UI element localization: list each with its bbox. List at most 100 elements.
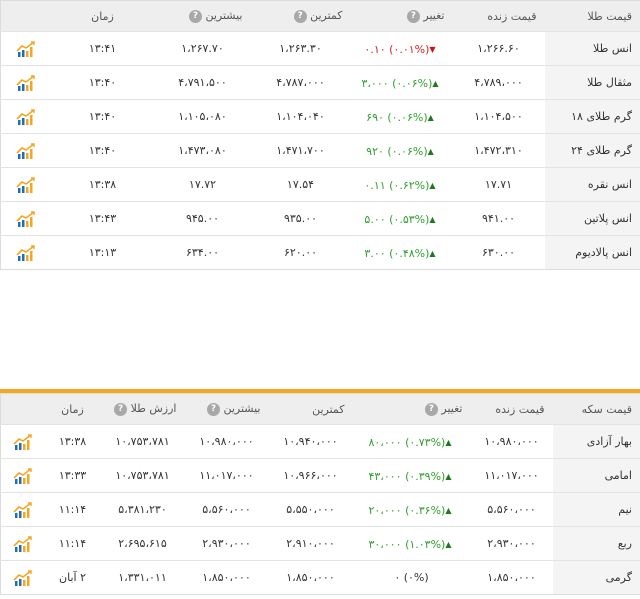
- chart-link[interactable]: [0, 560, 45, 595]
- change-percent: (۰.۶۲%): [389, 178, 430, 192]
- high-price: ۱،۴۷۳،۰۸۰: [154, 133, 251, 168]
- chart-link[interactable]: [0, 424, 45, 459]
- chart-link[interactable]: [0, 65, 51, 100]
- row-name[interactable]: امامی: [552, 458, 640, 493]
- chart-link[interactable]: [0, 167, 51, 202]
- coin-table-header: قیمت سکه قیمت زنده تغییر ? کمترین بیشتری…: [0, 393, 640, 425]
- row-name[interactable]: انس پالادیوم: [544, 235, 640, 270]
- chart-icon[interactable]: [16, 176, 36, 193]
- chart-icon[interactable]: [13, 501, 33, 518]
- table-row[interactable]: انس طلا ۱،۲۶۶.۶۰ ▼ (۰.۰۱%) ۰.۱۰ ۱،۲۶۳.۳۰ ۱،۲۶…: [0, 31, 640, 66]
- change-cell: ▲ (۰.۴۸%) ۳.۰۰: [350, 235, 453, 270]
- row-name[interactable]: گرمی: [552, 560, 640, 595]
- arrow-up-icon: ▲: [429, 180, 436, 190]
- arrow-up-icon: ▲: [429, 214, 436, 224]
- live-price: ۱۰،۹۸۰،۰۰۰: [470, 424, 553, 459]
- table-row[interactable]: گرم طلای ۱۸ ۱،۱۰۴،۵۰۰ ▲ (۰.۰۶%) ۶۹۰ ۱،۱۰۴،۰۴…: [0, 99, 640, 134]
- help-icon[interactable]: ?: [114, 402, 128, 416]
- help-icon[interactable]: ?: [206, 402, 220, 416]
- chart-icon[interactable]: [16, 142, 36, 159]
- update-time: ۱۳:۳۳: [44, 458, 101, 493]
- row-name[interactable]: گرم طلای ۱۸: [544, 99, 640, 134]
- table-row[interactable]: انس نقره ۱۷.۷۱ ▲ (۰.۶۲%) ۰.۱۱ ۱۷.۵۴ ۱۷.۷۲ ۱۳:۳…: [0, 167, 640, 202]
- chart-link[interactable]: [0, 458, 45, 493]
- change-cell: ▲ (۰.۰۶%) ۶۹۰: [350, 99, 453, 134]
- row-name[interactable]: گرم طلای ۲۴: [544, 133, 640, 168]
- arrow-up-icon: ▲: [445, 539, 452, 549]
- row-name[interactable]: انس طلا: [544, 31, 640, 66]
- arrow-down-icon: ▼: [429, 44, 436, 54]
- table-row[interactable]: بهار آزادی ۱۰،۹۸۰،۰۰۰ ▲ (۰.۷۳%) ۸۰،۰۰۰ ۱۰،۹۴…: [0, 424, 640, 459]
- table-row[interactable]: گرم طلای ۲۴ ۱،۴۷۲،۳۱۰ ▲ (۰.۰۶%) ۹۲۰ ۱،۴۷۱،۷۰…: [0, 133, 640, 168]
- table-row[interactable]: امامی ۱۱،۰۱۷،۰۰۰ ▲ (۰.۳۹%) ۴۳،۰۰۰ ۱۰،۹۶۶،۰۰۰…: [0, 458, 640, 493]
- live-price: ۱،۴۷۲،۳۱۰: [452, 133, 545, 168]
- change-cell: ▲ (۰.۳۶%) ۲۰،۰۰۰: [352, 492, 471, 527]
- change-value: ۳،۰۰۰: [361, 76, 389, 90]
- gold-price-table: قیمت طلا قیمت زنده تغییر ? کمترین ? بیشت…: [0, 0, 640, 270]
- row-name[interactable]: انس نقره: [544, 167, 640, 202]
- chart-link[interactable]: [0, 201, 51, 236]
- change-percent: (۰.۵۳%): [389, 212, 430, 226]
- table-row[interactable]: مثقال طلا ۴،۷۸۹،۰۰۰ ▲ (۰.۰۶%) ۳،۰۰۰ ۴،۷۸۷،۰۰…: [0, 65, 640, 100]
- update-time: ۲ آبان: [44, 560, 101, 595]
- change-value: ۲۰،۰۰۰: [368, 503, 402, 517]
- help-icon[interactable]: ?: [188, 9, 202, 23]
- chart-icon[interactable]: [16, 210, 36, 227]
- col-high: بیشترین ?: [184, 393, 269, 425]
- arrow-up-icon: ▲: [445, 471, 452, 481]
- table-row[interactable]: ربع ۲،۹۳۰،۰۰۰ ▲ (۱.۰۳%) ۳۰،۰۰۰ ۲،۹۱۰،۰۰۰ ۲،۹۳…: [0, 526, 640, 561]
- change-cell: ▲ (۰.۷۳%) ۸۰،۰۰۰: [352, 424, 471, 459]
- help-icon[interactable]: ?: [293, 9, 307, 23]
- chart-link[interactable]: [0, 235, 51, 270]
- live-price: ۹۴۱.۰۰: [452, 201, 545, 236]
- chart-icon[interactable]: [13, 467, 33, 484]
- chart-icon[interactable]: [13, 433, 33, 450]
- gold-table-header: قیمت طلا قیمت زنده تغییر ? کمترین ? بیشت…: [0, 0, 640, 32]
- col-live-price: قیمت زنده: [452, 0, 545, 32]
- low-price: ۱۷.۵۴: [250, 167, 351, 202]
- chart-icon[interactable]: [16, 40, 36, 57]
- col-change: تغییر ?: [352, 393, 471, 425]
- chart-icon[interactable]: [16, 74, 36, 91]
- chart-link[interactable]: [0, 133, 51, 168]
- help-icon[interactable]: ?: [406, 9, 420, 23]
- high-price: ۱،۲۶۷.۷۰: [154, 31, 251, 66]
- col-time: زمان: [50, 0, 155, 32]
- live-price: ۶۳۰.۰۰: [452, 235, 545, 270]
- high-price: ۱۰،۹۸۰،۰۰۰: [184, 424, 269, 459]
- table-row[interactable]: انس پالادیوم ۶۳۰.۰۰ ▲ (۰.۴۸%) ۳.۰۰ ۶۲۰.۰۰ ۶۳۴…: [0, 235, 640, 270]
- table-row[interactable]: انس پلاتین ۹۴۱.۰۰ ▲ (۰.۵۳%) ۵.۰۰ ۹۳۵.۰۰ ۹۴۵.۰…: [0, 201, 640, 236]
- col-gold-value: ارزش طلا ?: [100, 393, 185, 425]
- table-row[interactable]: گرمی ۱،۸۵۰،۰۰۰ (۰%) ۰ ۱،۸۵۰،۰۰۰ ۱،۸۵۰،۰۰۰ ۱،۳…: [0, 560, 640, 595]
- high-price: ۱،۸۵۰،۰۰۰: [184, 560, 269, 595]
- live-price: ۱،۲۶۶.۶۰: [452, 31, 545, 66]
- help-icon[interactable]: ?: [424, 402, 438, 416]
- chart-link[interactable]: [0, 99, 51, 134]
- low-price: ۱۰،۹۴۰،۰۰۰: [268, 424, 353, 459]
- chart-link[interactable]: [0, 31, 51, 66]
- change-value: ۸۰،۰۰۰: [368, 435, 402, 449]
- chart-icon[interactable]: [13, 535, 33, 552]
- chart-icon[interactable]: [13, 569, 33, 586]
- col-low: کمترین ?: [250, 0, 351, 32]
- gold-value: ۲،۶۹۵،۶۱۵: [100, 526, 185, 561]
- chart-icon[interactable]: [16, 108, 36, 125]
- low-price: ۹۳۵.۰۰: [250, 201, 351, 236]
- high-price: ۹۴۵.۰۰: [154, 201, 251, 236]
- table-row[interactable]: نیم ۵،۵۶۰،۰۰۰ ▲ (۰.۳۶%) ۲۰،۰۰۰ ۵،۵۵۰،۰۰۰ ۵،۵۶…: [0, 492, 640, 527]
- row-name[interactable]: نیم: [552, 492, 640, 527]
- update-time: ۱۳:۳۸: [44, 424, 101, 459]
- chart-link[interactable]: [0, 526, 45, 561]
- change-value: ۵.۰۰: [364, 212, 386, 226]
- high-price: ۱۱،۰۱۷،۰۰۰: [184, 458, 269, 493]
- row-name[interactable]: بهار آزادی: [552, 424, 640, 459]
- change-cell: ▼ (۰.۰۱%) ۰.۱۰: [350, 31, 453, 66]
- chart-link[interactable]: [0, 492, 45, 527]
- low-price: ۶۲۰.۰۰: [250, 235, 351, 270]
- row-name[interactable]: انس پلاتین: [544, 201, 640, 236]
- chart-icon[interactable]: [16, 244, 36, 261]
- update-time: ۱۳:۴۰: [50, 65, 155, 100]
- row-name[interactable]: مثقال طلا: [544, 65, 640, 100]
- row-name[interactable]: ربع: [552, 526, 640, 561]
- col-time: زمان: [44, 393, 101, 425]
